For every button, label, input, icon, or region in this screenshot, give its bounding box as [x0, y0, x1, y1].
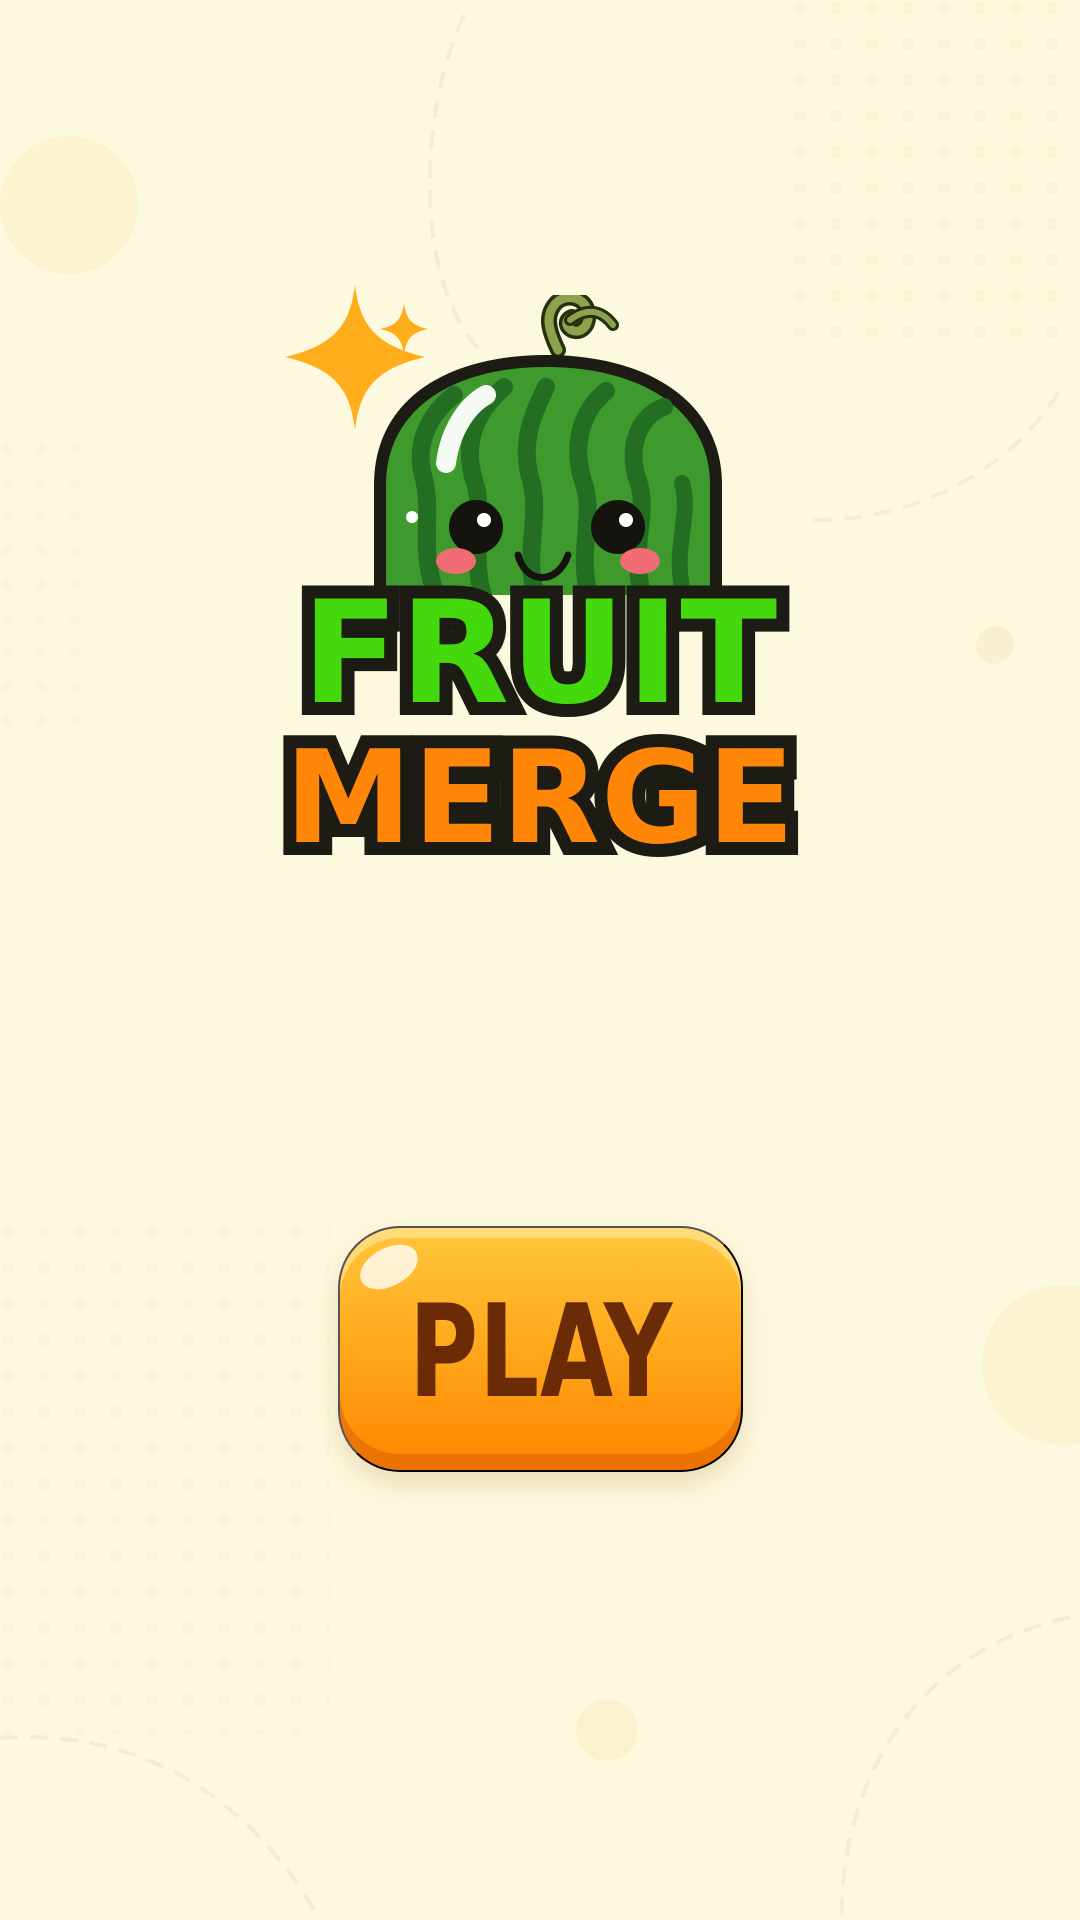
play-button-label: PLAY [408, 1278, 673, 1427]
game-title: FRUIT MERGE [220, 570, 860, 883]
title-bottom-word: MERGE [272, 722, 808, 876]
game-logo: FRUIT MERGE [220, 285, 860, 925]
left-dots [0, 425, 88, 735]
bg-circle-1 [0, 136, 138, 274]
dashed-curve-3 [0, 1735, 322, 1920]
bg-circle-2 [976, 626, 1014, 664]
bottom-left-dots [0, 1215, 330, 1735]
bg-circle-4 [576, 1699, 638, 1761]
bg-circle-3 [982, 1285, 1080, 1445]
dashed-curve-4 [839, 1613, 1080, 1916]
play-button[interactable]: PLAY [338, 1226, 743, 1472]
title-top-word: FRUIT [289, 570, 790, 738]
game-start-screen: FRUIT MERGE PLAY [0, 0, 1080, 1920]
